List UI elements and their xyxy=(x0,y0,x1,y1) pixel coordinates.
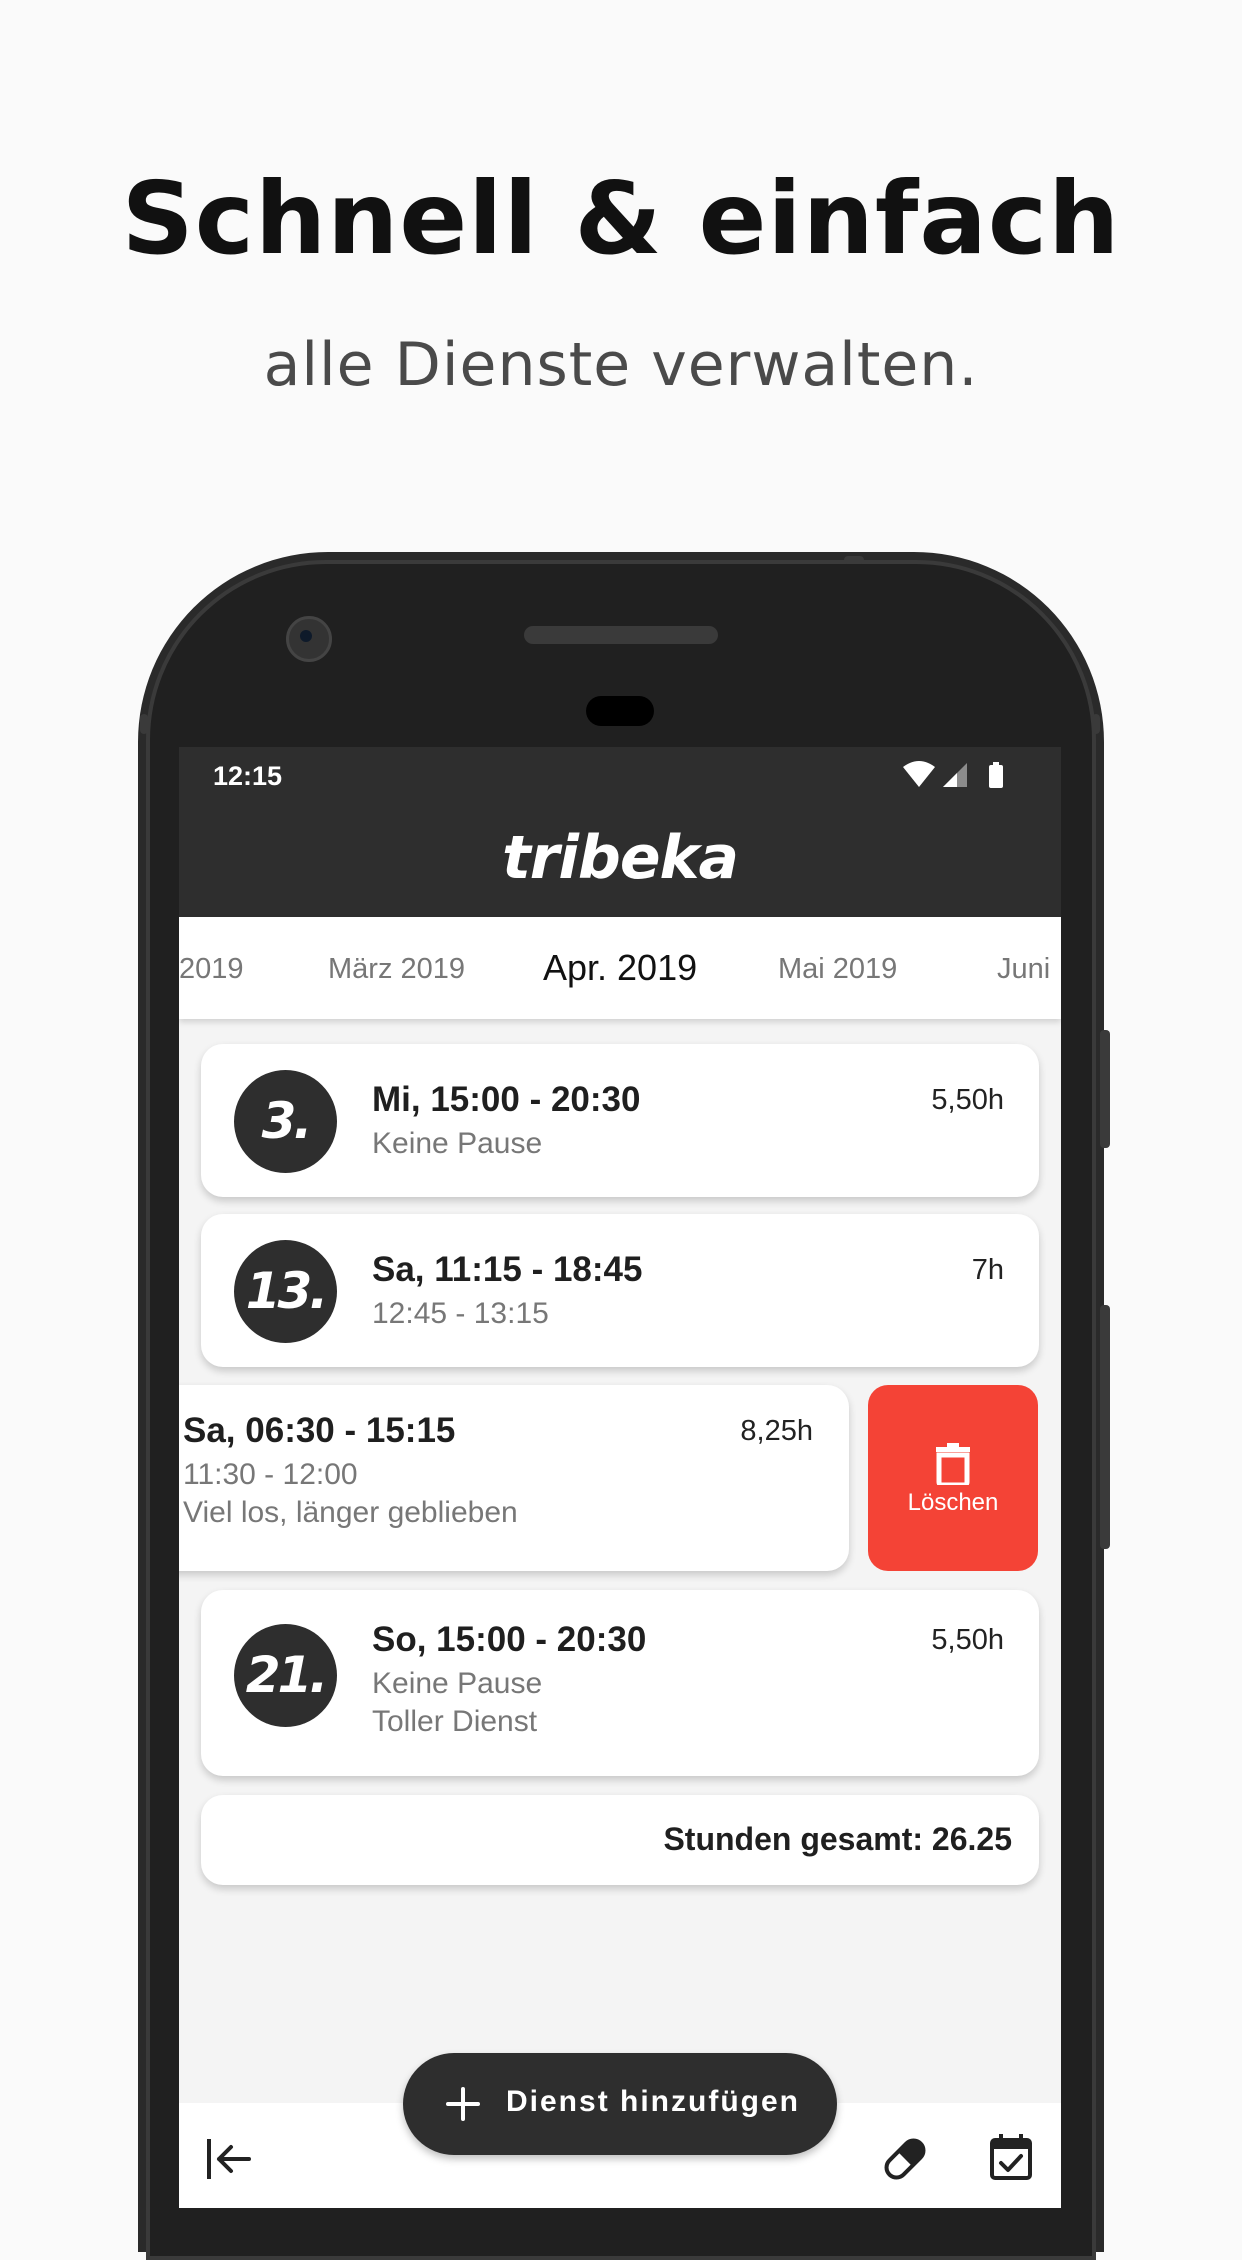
status-icons xyxy=(903,761,1003,788)
shift-hours: 8,25h xyxy=(740,1415,813,1447)
shift-card-swiped[interactable]: Sa, 06:30 - 15:15 11:30 - 12:00 Viel los… xyxy=(179,1385,849,1571)
app-logo: tribeka xyxy=(502,823,739,893)
earpiece-speaker xyxy=(524,626,718,644)
shift-break: Keine Pause xyxy=(372,1667,543,1700)
calendar-check-icon[interactable] xyxy=(989,2133,1033,2181)
frame-notch-left xyxy=(140,714,148,734)
signal-icon xyxy=(943,763,967,787)
month-tab[interactable]: März 2019 xyxy=(328,953,465,986)
shift-hours: 7h xyxy=(971,1254,1004,1286)
add-shift-label: Dienst hinzufügen xyxy=(506,2085,800,2118)
trash-icon xyxy=(936,1443,970,1485)
month-tab-active[interactable]: Apr. 2019 xyxy=(543,947,697,989)
power-button xyxy=(1100,1305,1110,1549)
wifi-icon xyxy=(903,761,935,787)
status-bar: 12:15 xyxy=(179,747,1061,801)
shift-hours: 5,50h xyxy=(931,1624,1004,1656)
front-camera xyxy=(286,616,332,662)
app-screen: 12:15 tribeka 2019 März 2019 Apr. 2019 M… xyxy=(179,747,1061,2208)
shift-time: Sa, 06:30 - 15:15 xyxy=(183,1411,456,1450)
logout-icon[interactable] xyxy=(205,2137,253,2181)
shift-card[interactable]: 21. So, 15:00 - 20:30 Keine Pause Toller… xyxy=(201,1590,1039,1776)
pill-icon[interactable] xyxy=(881,2135,929,2183)
volume-button xyxy=(1100,1030,1110,1148)
shift-card[interactable]: 13. Sa, 11:15 - 18:45 12:45 - 13:15 7h xyxy=(201,1214,1039,1367)
add-shift-button[interactable]: Dienst hinzufügen xyxy=(403,2053,837,2155)
shift-hours: 5,50h xyxy=(931,1084,1004,1116)
month-tab[interactable]: Mai 2019 xyxy=(778,953,897,986)
shift-note: Toller Dienst xyxy=(372,1705,538,1738)
day-badge: 21. xyxy=(234,1624,337,1727)
shift-note: Viel los, länger geblieben xyxy=(183,1496,518,1529)
promo-headline: Schnell & einfach xyxy=(121,160,1121,277)
delete-label: Löschen xyxy=(907,1489,999,1516)
shift-time: So, 15:00 - 20:30 xyxy=(372,1620,647,1659)
shift-break: Keine Pause xyxy=(372,1127,543,1160)
battery-icon xyxy=(989,762,1003,788)
promo-subline: alle Dienste verwalten. xyxy=(263,330,979,400)
shift-break: 11:30 - 12:00 xyxy=(183,1458,358,1491)
frame-notch-right xyxy=(1092,714,1100,734)
day-badge: 3. xyxy=(234,1070,337,1173)
month-tab[interactable]: Juni xyxy=(997,953,1050,986)
proximity-sensor xyxy=(586,696,654,726)
total-card: Stunden gesamt: 26.25 xyxy=(201,1795,1039,1885)
shift-time: Mi, 15:00 - 20:30 xyxy=(372,1080,641,1119)
shift-card[interactable]: 3. Mi, 15:00 - 20:30 Keine Pause 5,50h xyxy=(201,1044,1039,1197)
month-selector[interactable]: 2019 März 2019 Apr. 2019 Mai 2019 Juni xyxy=(179,917,1061,1019)
shift-break: 12:45 - 13:15 xyxy=(372,1297,549,1330)
frame-notch-top xyxy=(844,556,864,564)
app-bar: tribeka xyxy=(179,801,1061,917)
shift-time: Sa, 11:15 - 18:45 xyxy=(372,1250,643,1289)
status-time: 12:15 xyxy=(213,761,283,791)
plus-icon xyxy=(446,2087,480,2121)
delete-button[interactable]: Löschen xyxy=(868,1385,1038,1571)
total-hours: Stunden gesamt: 26.25 xyxy=(663,1821,1012,1857)
month-tab[interactable]: 2019 xyxy=(179,953,244,986)
day-badge: 13. xyxy=(234,1240,337,1343)
